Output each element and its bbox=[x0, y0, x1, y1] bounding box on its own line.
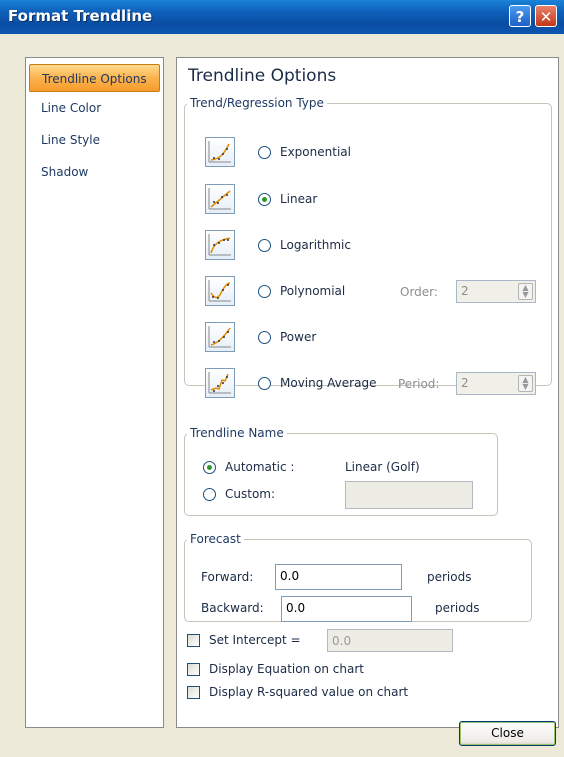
moving-average-radio[interactable] bbox=[258, 377, 271, 390]
forecast-legend: Forecast bbox=[190, 532, 241, 546]
automatic-name-value: Linear (Golf) bbox=[345, 460, 420, 474]
nav-item-line-style[interactable]: Line Style bbox=[29, 126, 160, 154]
moving-average-label: Moving Average bbox=[280, 376, 377, 390]
exponential-label: Exponential bbox=[280, 145, 351, 159]
help-button[interactable]: ? bbox=[509, 5, 531, 27]
custom-name-input[interactable] bbox=[345, 481, 473, 509]
linear-radio[interactable] bbox=[258, 193, 271, 206]
forecast-group: Forecast Forward: 0.0 periods Backward: … bbox=[184, 532, 532, 622]
exponential-chart-icon bbox=[205, 137, 235, 167]
custom-name-label: Custom: bbox=[225, 487, 276, 501]
order-value: 2 bbox=[461, 284, 469, 298]
display-equation-label: Display Equation on chart bbox=[209, 662, 364, 676]
display-rsquared-checkbox[interactable] bbox=[187, 686, 200, 699]
logarithmic-radio[interactable] bbox=[258, 239, 271, 252]
trendline-name-group: Trendline Name Automatic : Linear (Golf)… bbox=[184, 426, 498, 516]
logarithmic-chart-icon bbox=[205, 230, 235, 260]
period-spin-arrows-icon[interactable]: ▲ ▼ bbox=[518, 375, 533, 392]
backward-label: Backward: bbox=[201, 601, 264, 615]
power-chart-icon bbox=[205, 322, 235, 352]
forward-unit: periods bbox=[427, 570, 472, 584]
automatic-name-radio[interactable] bbox=[203, 461, 216, 474]
category-list: Trendline Options Line Color Line Style … bbox=[25, 57, 164, 728]
trendline-name-legend: Trendline Name bbox=[190, 426, 284, 440]
linear-label: Linear bbox=[280, 192, 318, 206]
custom-name-radio[interactable] bbox=[203, 488, 216, 501]
period-label: Period: bbox=[398, 377, 440, 391]
backward-unit: periods bbox=[435, 601, 480, 615]
set-intercept-input[interactable]: 0.0 bbox=[327, 629, 453, 652]
polynomial-radio[interactable] bbox=[258, 285, 271, 298]
panel-title: Trendline Options bbox=[188, 66, 337, 86]
nav-item-trendline-options[interactable]: Trendline Options bbox=[29, 64, 160, 92]
nav-item-line-color[interactable]: Line Color bbox=[29, 94, 160, 122]
exponential-radio[interactable] bbox=[258, 146, 271, 159]
forward-input[interactable]: 0.0 bbox=[275, 564, 402, 590]
forward-label: Forward: bbox=[201, 570, 254, 584]
power-radio[interactable] bbox=[258, 331, 271, 344]
order-spinner[interactable]: 2 ▲ ▼ bbox=[456, 280, 536, 303]
close-window-button[interactable]: ✕ bbox=[535, 5, 557, 27]
backward-input[interactable]: 0.0 bbox=[281, 596, 412, 622]
regression-type-legend: Trend/Regression Type bbox=[190, 96, 324, 110]
polynomial-chart-icon bbox=[205, 276, 235, 306]
moving-average-chart-icon bbox=[205, 368, 235, 398]
period-value: 2 bbox=[461, 376, 469, 390]
options-panel: Trendline Options Trend/Regression Type … bbox=[176, 57, 559, 728]
linear-chart-icon bbox=[205, 184, 235, 214]
set-intercept-checkbox[interactable] bbox=[187, 634, 200, 647]
power-label: Power bbox=[280, 330, 317, 344]
close-button[interactable]: Close bbox=[459, 721, 556, 746]
display-rsquared-label: Display R-squared value on chart bbox=[209, 685, 409, 699]
title-bar: Format Trendline ? ✕ bbox=[0, 0, 564, 34]
period-spinner[interactable]: 2 ▲ ▼ bbox=[456, 372, 536, 395]
automatic-name-label: Automatic : bbox=[225, 460, 295, 474]
nav-item-shadow[interactable]: Shadow bbox=[29, 158, 160, 186]
window-title: Format Trendline bbox=[8, 7, 153, 25]
polynomial-label: Polynomial bbox=[280, 284, 346, 298]
logarithmic-label: Logarithmic bbox=[280, 238, 351, 252]
regression-type-group: Trend/Regression Type Exponential Linear… bbox=[184, 96, 552, 398]
order-spin-arrows-icon[interactable]: ▲ ▼ bbox=[518, 283, 533, 300]
order-label: Order: bbox=[400, 285, 438, 299]
display-equation-checkbox[interactable] bbox=[187, 663, 200, 676]
set-intercept-label: Set Intercept = bbox=[209, 633, 301, 647]
